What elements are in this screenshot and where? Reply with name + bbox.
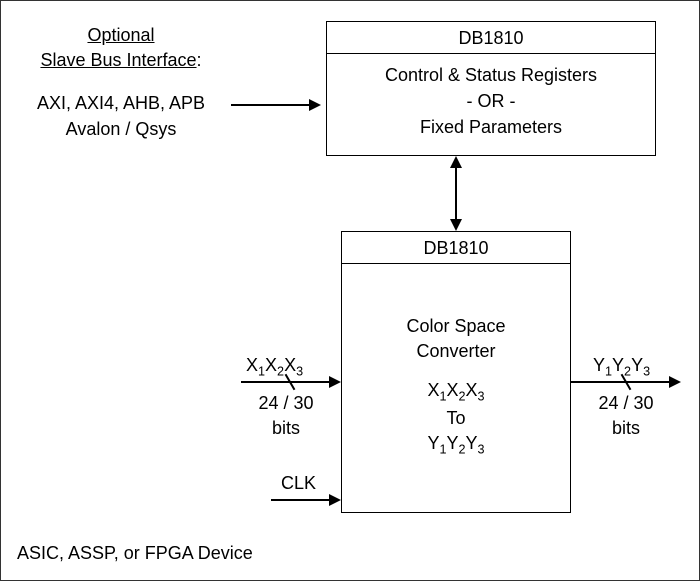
input-signal-line <box>241 381 331 383</box>
slave-interface-text: Optional Slave Bus Interface: AXI, AXI4,… <box>21 23 221 142</box>
control-status-block: DB1810 Control & Status Registers - OR -… <box>326 21 656 156</box>
input-signal-label: X1X2X3 <box>246 353 341 381</box>
input-bits-label: 24 / 30bits <box>246 391 326 441</box>
control-block-title: DB1810 <box>327 22 655 54</box>
clk-label: CLK <box>281 471 331 496</box>
output-bits-label: 24 / 30bits <box>586 391 666 441</box>
output-signal-line <box>571 381 671 383</box>
converter-block-body: Color Space Converter X1X2X3 To Y1Y2Y3 <box>342 264 570 509</box>
clk-arrow-icon <box>329 494 341 506</box>
arrow-slave-to-ctrl <box>231 104 311 106</box>
bus-list-line2: Avalon / Qsys <box>66 119 177 139</box>
control-block-body: Control & Status Registers - OR - Fixed … <box>327 54 655 148</box>
slave-bus-interface-label: Slave Bus Interface <box>40 50 196 70</box>
arrow-up-icon <box>450 156 462 168</box>
bus-list-line1: AXI, AXI4, AHB, APB <box>37 93 205 113</box>
diagram-container: Optional Slave Bus Interface: AXI, AXI4,… <box>0 0 700 581</box>
converter-block-title: DB1810 <box>342 232 570 264</box>
input-arrow-icon <box>329 376 341 388</box>
clk-line <box>271 499 329 501</box>
arrow-ctrl-to-converter <box>455 161 457 219</box>
output-arrow-icon <box>669 376 681 388</box>
converter-block: DB1810 Color Space Converter X1X2X3 To Y… <box>341 231 571 513</box>
arrow-right-icon <box>309 99 321 111</box>
arrow-down-icon <box>450 219 462 231</box>
device-footer-label: ASIC, ASSP, or FPGA Device <box>17 543 253 564</box>
optional-label: Optional <box>87 25 154 45</box>
